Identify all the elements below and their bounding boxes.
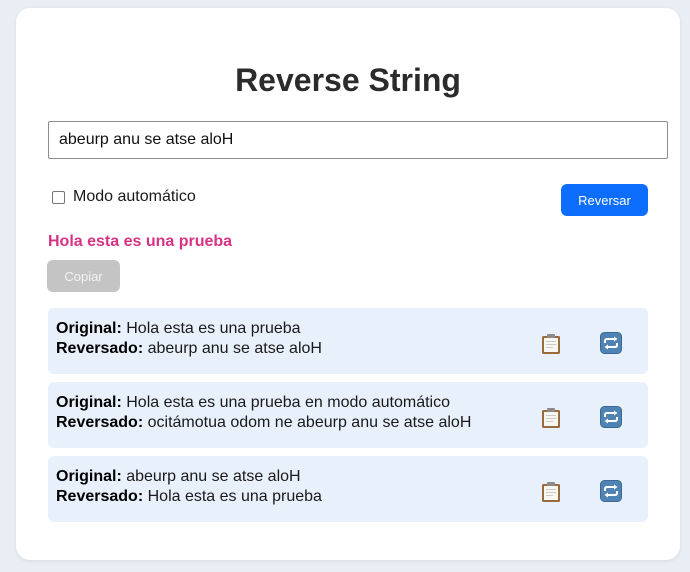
- history-reversed-value: Hola esta es una prueba: [147, 488, 322, 505]
- original-label: Original:: [56, 468, 122, 485]
- auto-mode-checkbox[interactable]: [52, 190, 65, 204]
- repeat-icon[interactable]: [600, 406, 622, 428]
- clipboard-icon[interactable]: [540, 407, 562, 429]
- history-original-value: Hola esta es una prueba en modo automáti…: [126, 394, 450, 411]
- auto-mode-label: Modo automático: [73, 188, 196, 205]
- reversed-label: Reversado:: [56, 414, 144, 431]
- string-input[interactable]: [48, 121, 668, 159]
- history-reversed-value: ocitámotua odom ne abeurp anu se atse al…: [147, 414, 472, 431]
- history-item: Original: Hola esta es una prueba Revers…: [48, 308, 648, 374]
- copy-button[interactable]: Copiar: [47, 260, 120, 292]
- history-item: Original: abeurp anu se atse aloH Revers…: [48, 456, 648, 522]
- auto-mode-toggle[interactable]: Modo automático: [52, 188, 196, 206]
- history-reversed-value: abeurp anu se atse aloH: [147, 340, 322, 357]
- history-item: Original: Hola esta es una prueba en mod…: [48, 382, 648, 448]
- page-title: Reverse String: [235, 62, 461, 98]
- clipboard-icon[interactable]: [540, 481, 562, 503]
- reversed-label: Reversado:: [56, 340, 144, 357]
- history-list: Original: Hola esta es una prueba Revers…: [48, 308, 648, 530]
- repeat-icon[interactable]: [600, 332, 622, 354]
- original-label: Original:: [56, 320, 122, 337]
- main-card: Reverse String Modo automático Reversar …: [16, 8, 680, 560]
- repeat-icon[interactable]: [600, 480, 622, 502]
- reversed-label: Reversado:: [56, 488, 144, 505]
- history-original-value: Hola esta es una prueba: [126, 320, 301, 337]
- result-text: Hola esta es una prueba: [48, 233, 233, 250]
- history-original-value: abeurp anu se atse aloH: [126, 468, 301, 485]
- original-label: Original:: [56, 394, 122, 411]
- clipboard-icon[interactable]: [540, 333, 562, 355]
- reverse-button[interactable]: Reversar: [561, 184, 648, 216]
